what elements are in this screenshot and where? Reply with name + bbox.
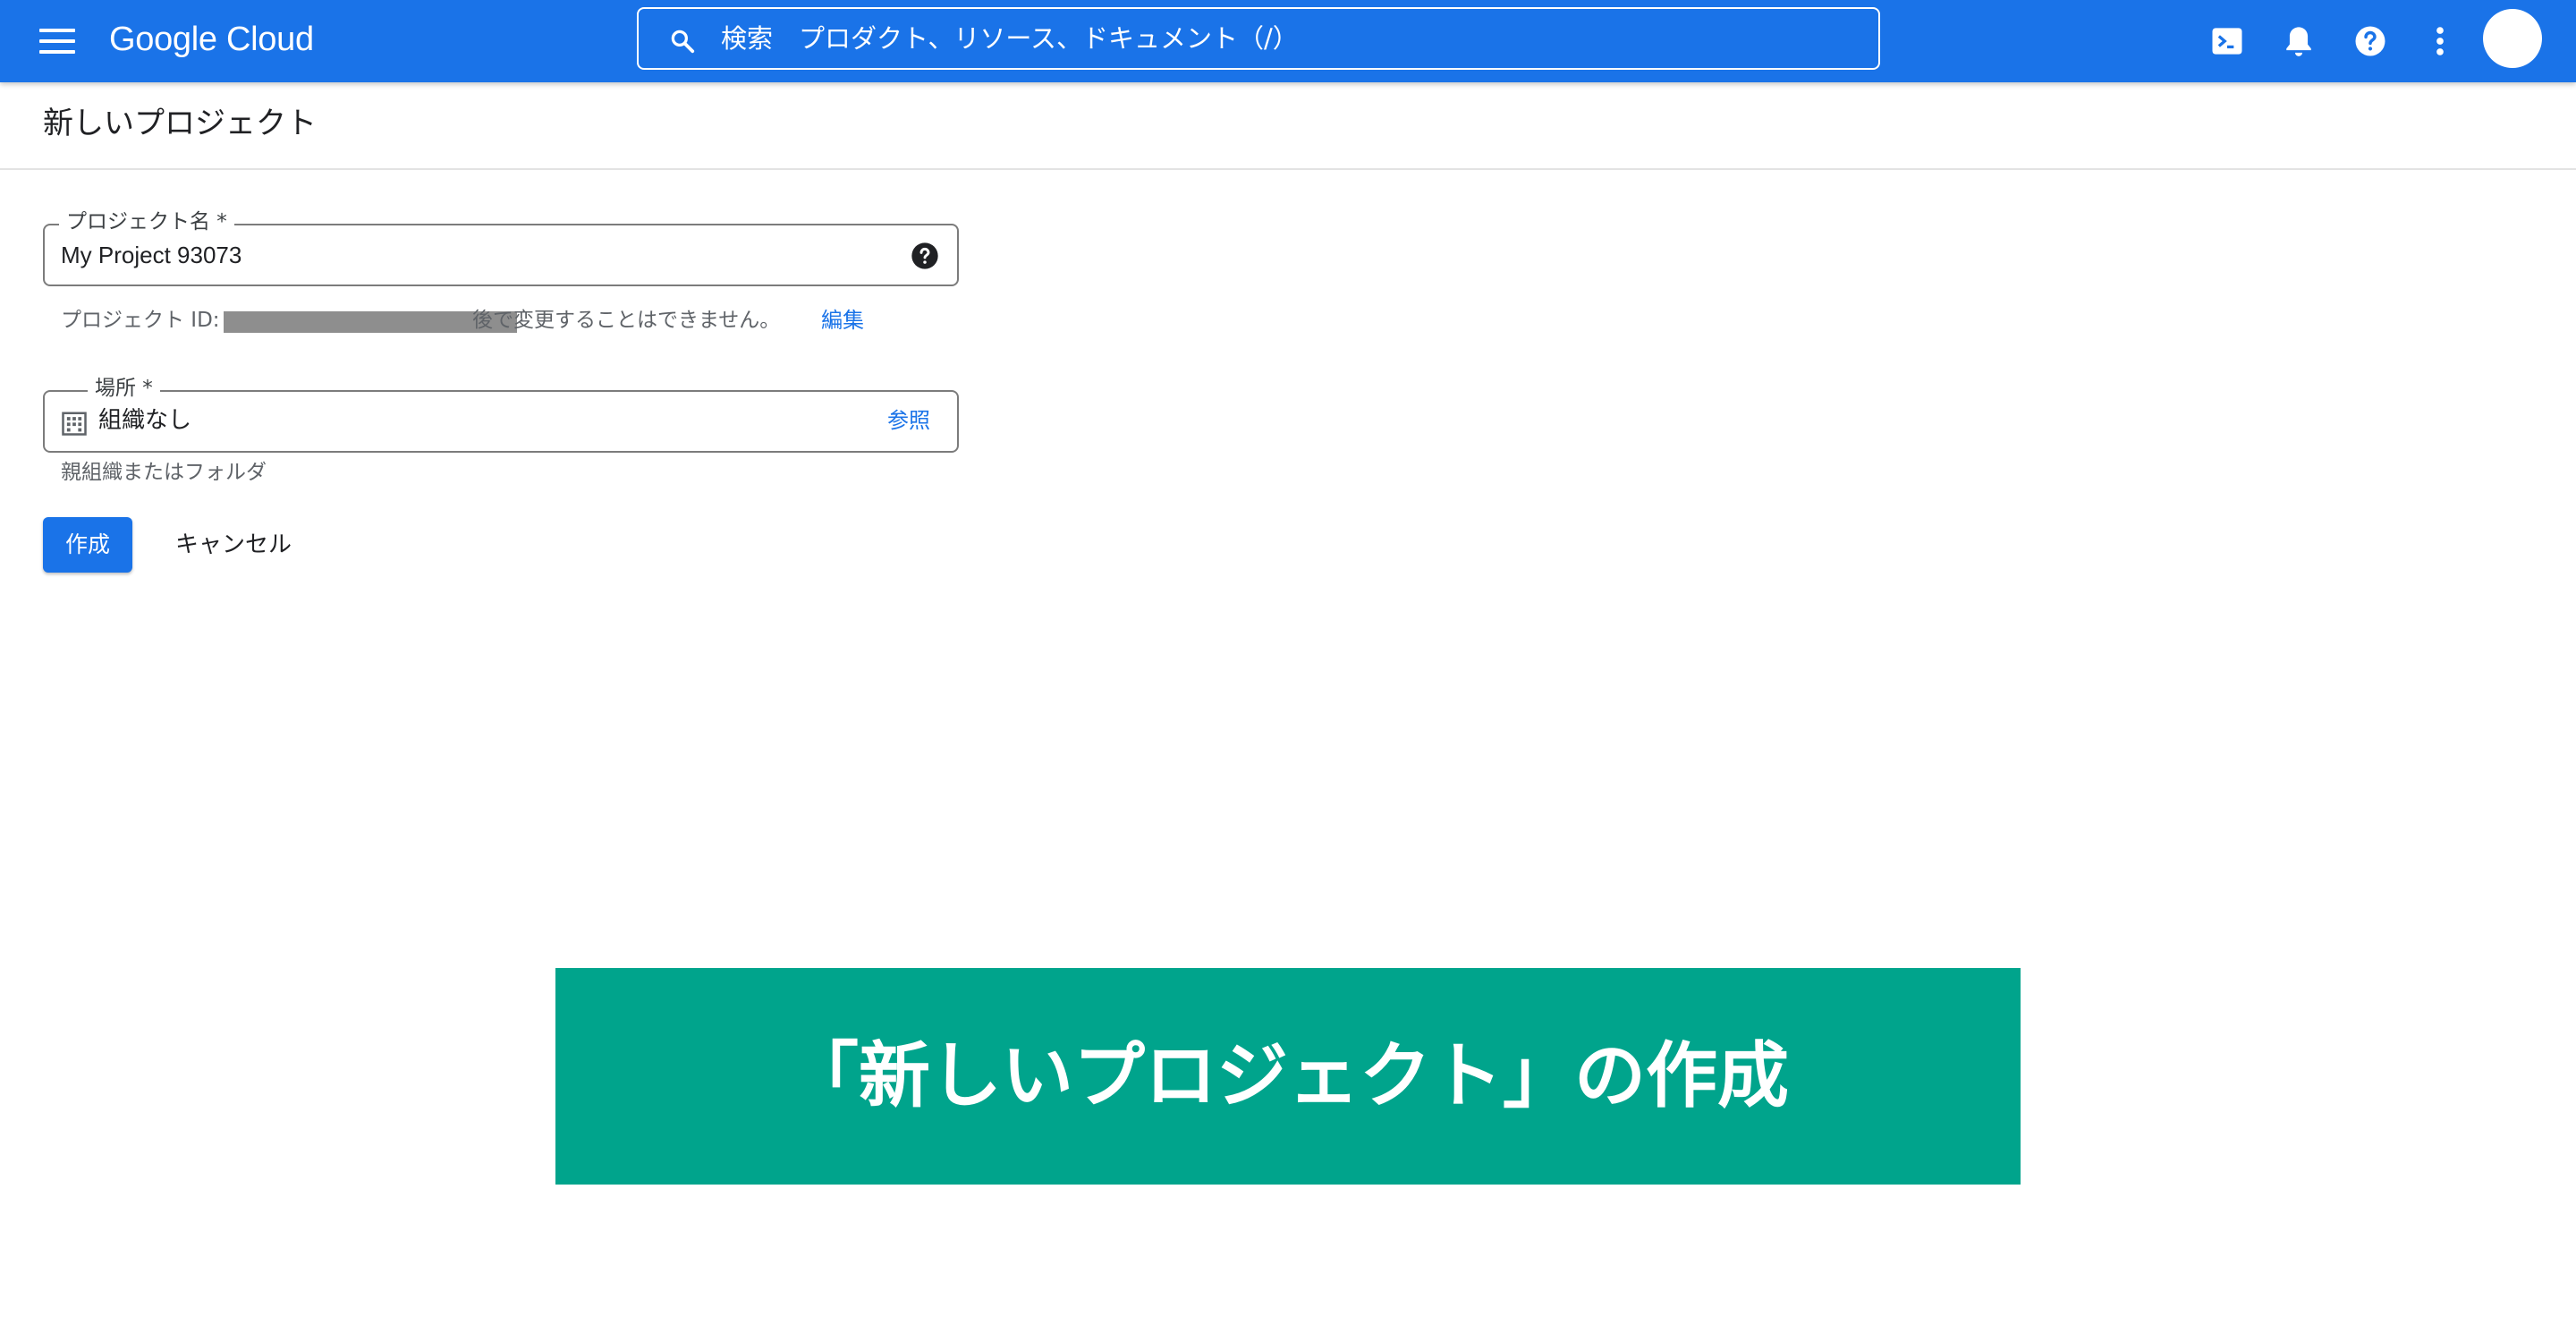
bell-icon[interactable]: [2279, 21, 2318, 61]
project-name-field[interactable]: プロジェクト名 *: [43, 208, 959, 286]
create-button[interactable]: 作成: [43, 517, 132, 573]
building-icon: [62, 412, 87, 436]
help-circle-icon[interactable]: [911, 242, 939, 270]
menu-icon[interactable]: [36, 23, 79, 59]
cancel-button[interactable]: キャンセル: [159, 517, 308, 573]
location-hint: 親組織またはフォルダ: [61, 461, 267, 484]
cloud-shell-icon[interactable]: [2207, 21, 2247, 61]
page-title: 新しいプロジェクト: [43, 106, 317, 141]
google-cloud-logo[interactable]: Google Cloud: [109, 16, 314, 63]
project-id-label: プロジェクト ID:: [61, 309, 220, 332]
account-avatar[interactable]: [2483, 9, 2542, 68]
caption-banner-text: 「新しいプロジェクト」の作成: [787, 1034, 1789, 1117]
caption-banner: 「新しいプロジェクト」の作成: [555, 968, 2021, 1185]
search-placeholder[interactable]: 検索 プロダクト、リソース、ドキュメント（/）: [721, 9, 1299, 68]
top-app-bar: Google Cloud 検索 プロダクト、リソース、ドキュメント（/）: [0, 0, 2576, 82]
location-value: 組織なし: [98, 407, 192, 434]
project-id-note: 後で変更することはできません。: [472, 309, 781, 332]
project-name-input[interactable]: [61, 238, 884, 272]
search-icon: [671, 30, 695, 54]
edit-project-id-link[interactable]: 編集: [821, 304, 864, 336]
project-name-label: プロジェクト名 *: [59, 208, 234, 235]
help-icon[interactable]: [2351, 21, 2390, 61]
browse-location-link[interactable]: 参照: [887, 403, 930, 438]
location-field[interactable]: 場所 * 組織なし 参照: [43, 375, 959, 453]
location-label: 場所 *: [88, 375, 160, 402]
more-vert-icon[interactable]: [2420, 21, 2460, 61]
search-bar[interactable]: 検索 プロダクト、リソース、ドキュメント（/）: [637, 7, 1880, 70]
title-divider: [0, 168, 2576, 170]
